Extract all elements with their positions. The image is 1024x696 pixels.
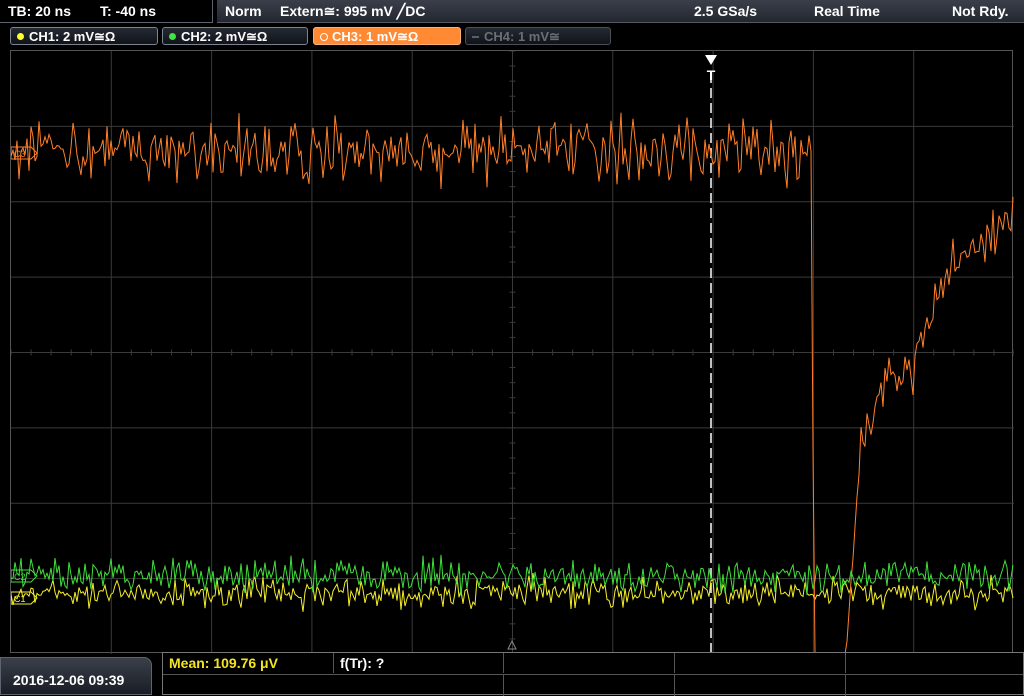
sample-rate[interactable]: 2.5 GSa/s <box>694 3 757 19</box>
timebase-box[interactable]: TB: 20 ns T: -40 ns <box>0 0 213 23</box>
measurement-ftr-cell[interactable]: f(Tr): ? <box>334 653 504 673</box>
tab-ch3[interactable]: CH3: 1 mV≅Ω <box>313 27 461 45</box>
frequency-measurement: f(Tr): ? <box>340 655 385 671</box>
acquisition-mode[interactable]: Real Time <box>814 3 880 19</box>
ch1-offset-marker[interactable]: C1 <box>11 591 38 605</box>
ch4-label: CH4: 1 mV≅ <box>484 29 560 44</box>
ch3-label: CH3: 1 mV≅Ω <box>332 29 419 44</box>
measurement-empty-cell[interactable] <box>846 653 1023 673</box>
trigger-mode[interactable]: Norm <box>225 3 262 19</box>
waveform-display[interactable]: T C3 C2 C1 <box>10 50 1014 654</box>
trigger-time-value[interactable]: T: -40 ns <box>100 3 156 19</box>
datetime-box: 2016-12-06 09:39 <box>0 657 152 695</box>
measurement-panel[interactable]: Mean: 109.76 μV f(Tr): ? <box>162 652 1024 696</box>
svg-text:C1: C1 <box>14 594 26 604</box>
ch2-label: CH2: 2 mV≅Ω <box>181 29 268 44</box>
ch2-offset-marker[interactable]: C2 <box>11 569 38 583</box>
measurement-empty-cell[interactable] <box>163 674 504 696</box>
ch4-indicator-icon <box>472 36 479 38</box>
status-bar: TB: 20 ns T: -40 ns Norm Extern≅: 995 mV… <box>0 0 1024 24</box>
tab-ch4[interactable]: CH4: 1 mV≅ <box>465 27 611 45</box>
mean-measurement: Mean: 109.76 μV <box>169 655 278 671</box>
ch3-indicator-icon <box>320 33 328 41</box>
tab-ch2[interactable]: CH2: 2 mV≅Ω <box>162 27 308 45</box>
svg-text:C2: C2 <box>14 572 26 582</box>
ch1-label: CH1: 2 mV≅Ω <box>29 29 116 44</box>
trigger-source[interactable]: Extern≅: 995 mV ╱DC <box>280 3 425 20</box>
ch3-offset-marker[interactable]: C3 <box>11 146 38 160</box>
timebase-value[interactable]: TB: 20 ns <box>8 3 71 19</box>
ch2-indicator-icon <box>169 33 176 40</box>
trigger-marker-label: T <box>707 67 716 83</box>
trigger-bar[interactable]: Norm Extern≅: 995 mV ╱DC 2.5 GSa/s Real … <box>217 0 1024 23</box>
ch1-indicator-icon <box>17 33 24 40</box>
measurement-mean-cell[interactable]: Mean: 109.76 μV <box>163 653 334 673</box>
waveform-svg[interactable]: T C3 C2 C1 <box>11 51 1014 654</box>
measurement-empty-cell[interactable] <box>504 653 675 673</box>
svg-text:C3: C3 <box>14 149 26 159</box>
measurement-empty-cell[interactable] <box>675 674 846 696</box>
measurement-empty-cell[interactable] <box>504 674 675 696</box>
measurement-empty-cell[interactable] <box>675 653 846 673</box>
datetime: 2016-12-06 09:39 <box>13 672 125 688</box>
acquisition-status: Not Rdy. <box>952 3 1009 19</box>
tab-ch1[interactable]: CH1: 2 mV≅Ω <box>10 27 158 45</box>
measurement-empty-cell[interactable] <box>846 674 1023 696</box>
trigger-arrow-icon[interactable] <box>705 55 717 65</box>
